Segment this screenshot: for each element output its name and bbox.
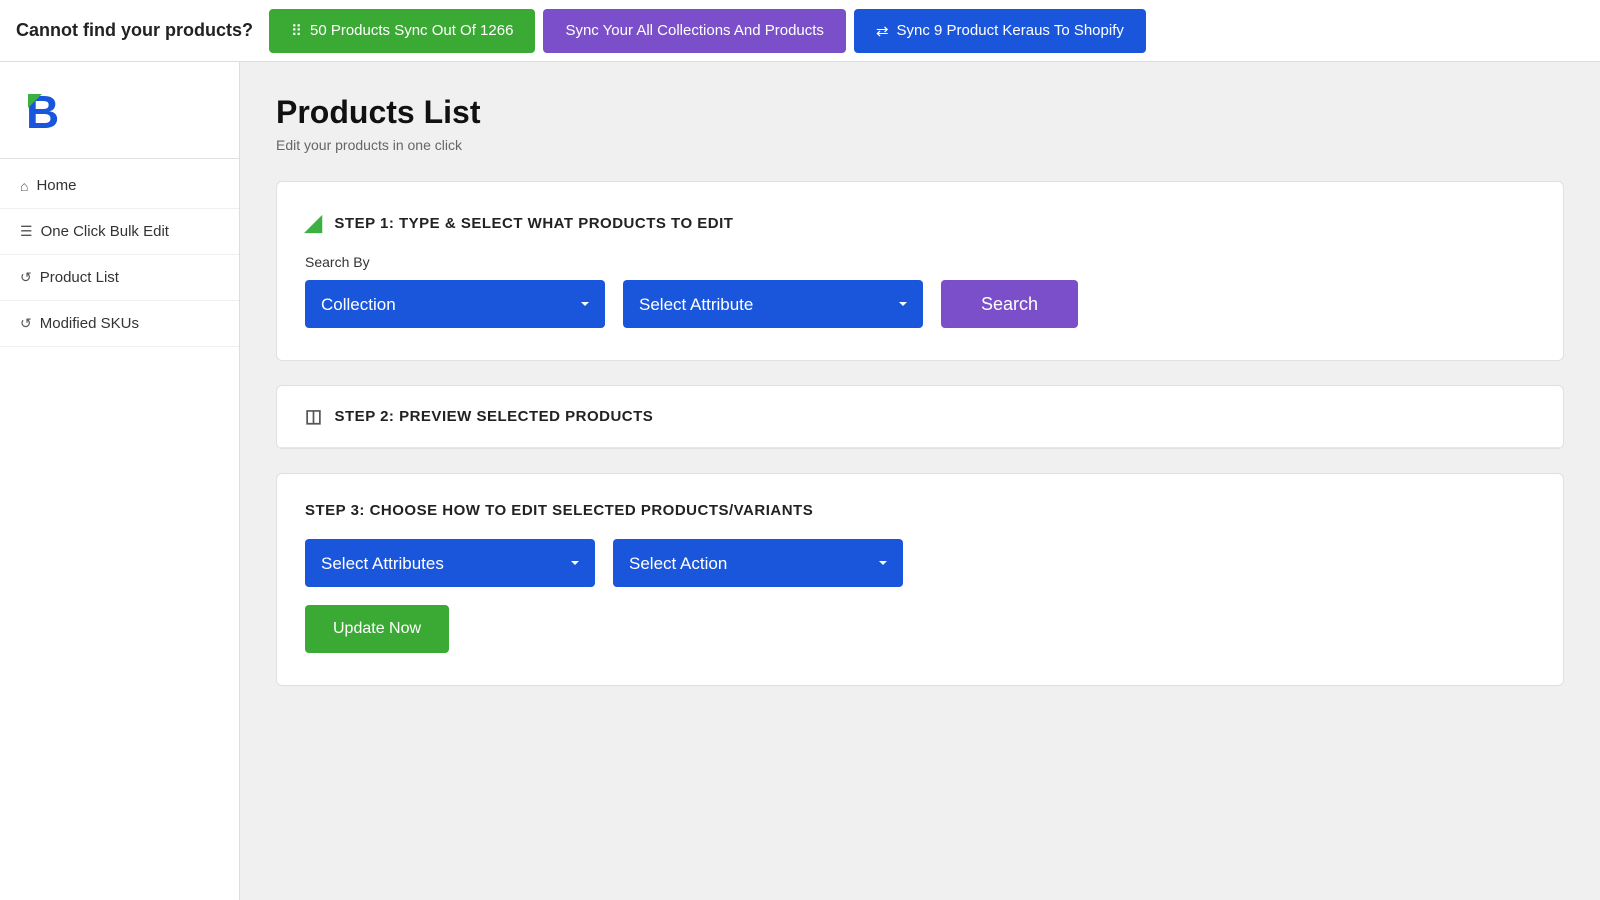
sidebar-item-modified-skus-label: Modified SKUs	[40, 315, 139, 332]
sidebar-item-home[interactable]: ⌂ Home	[0, 163, 239, 209]
sidebar-item-modified-skus[interactable]: ↺ Modified SKUs	[0, 301, 239, 347]
step2-header-text: STEP 2: PREVIEW SELECTED PRODUCTS	[335, 408, 654, 425]
bulk-edit-icon: ☰	[20, 223, 33, 240]
top-bar: Cannot find your products? ⠿ 50 Products…	[0, 0, 1600, 62]
sync-keraus-button[interactable]: ⇄ Sync 9 Product Keraus To Shopify	[854, 9, 1146, 53]
sync-all-button[interactable]: Sync Your All Collections And Products	[543, 9, 846, 53]
step2-header: ◫ STEP 2: PREVIEW SELECTED PRODUCTS	[277, 386, 1563, 448]
step3-selects-row: Select Attributes Title Price Compare At…	[305, 539, 1535, 587]
page-subtitle: Edit your products in one click	[276, 137, 1564, 153]
sync-keraus-label: Sync 9 Product Keraus To Shopify	[897, 22, 1124, 39]
top-bar-buttons: ⠿ 50 Products Sync Out Of 1266 Sync Your…	[269, 9, 1146, 53]
grid-icon: ◫	[305, 406, 323, 427]
sidebar-divider	[0, 158, 239, 159]
collection-select[interactable]: Collection Tag Vendor Product Type	[305, 280, 605, 328]
logo-area: B	[0, 70, 239, 158]
sidebar-item-home-label: Home	[36, 177, 76, 194]
step1-card: ◢ STEP 1: TYPE & SELECT WHAT PRODUCTS TO…	[276, 181, 1564, 361]
search-by-label: Search By	[305, 254, 1535, 270]
sync-products-label: 50 Products Sync Out Of 1266	[310, 22, 513, 39]
sync-all-label: Sync Your All Collections And Products	[565, 22, 824, 39]
page-title: Products List	[276, 94, 1564, 131]
cannot-find-text: Cannot find your products?	[16, 20, 253, 41]
sidebar: B ⌂ Home ☰ One Click Bulk Edit ↺ Product…	[0, 62, 240, 900]
sidebar-item-product-list-label: Product List	[40, 269, 119, 286]
main-layout: B ⌂ Home ☰ One Click Bulk Edit ↺ Product…	[0, 62, 1600, 900]
step3-card: STEP 3: CHOOSE HOW TO EDIT SELECTED PROD…	[276, 473, 1564, 686]
sidebar-item-bulk-edit-label: One Click Bulk Edit	[41, 223, 169, 240]
attribute-select[interactable]: Select Attribute Title Price Compare At …	[623, 280, 923, 328]
brand-logo: B	[20, 86, 72, 138]
main-content: Products List Edit your products in one …	[240, 62, 1600, 900]
product-list-icon: ↺	[20, 269, 32, 286]
search-button[interactable]: Search	[941, 280, 1078, 328]
sync-icon: ⇄	[876, 22, 889, 40]
sidebar-item-product-list[interactable]: ↺ Product List	[0, 255, 239, 301]
step1-header: ◢ STEP 1: TYPE & SELECT WHAT PRODUCTS TO…	[305, 210, 1535, 236]
filter-icon: ◢	[305, 210, 322, 236]
search-row: Collection Tag Vendor Product Type Selec…	[305, 280, 1535, 328]
sidebar-item-bulk-edit[interactable]: ☰ One Click Bulk Edit	[0, 209, 239, 255]
sync-products-button[interactable]: ⠿ 50 Products Sync Out Of 1266	[269, 9, 535, 53]
svg-text:B: B	[26, 86, 59, 138]
network-sync-icon: ⠿	[291, 22, 302, 40]
select-action-dropdown[interactable]: Select Action Set Increase By Decrease B…	[613, 539, 903, 587]
step3-header-text: STEP 3: CHOOSE HOW TO EDIT SELECTED PROD…	[305, 502, 1535, 519]
modified-skus-icon: ↺	[20, 315, 32, 332]
select-attributes-dropdown[interactable]: Select Attributes Title Price Compare At…	[305, 539, 595, 587]
step2-card: ◫ STEP 2: PREVIEW SELECTED PRODUCTS	[276, 385, 1564, 449]
step1-header-text: STEP 1: TYPE & SELECT WHAT PRODUCTS TO E…	[334, 215, 733, 232]
home-icon: ⌂	[20, 178, 28, 194]
update-now-button[interactable]: Update Now	[305, 605, 449, 653]
